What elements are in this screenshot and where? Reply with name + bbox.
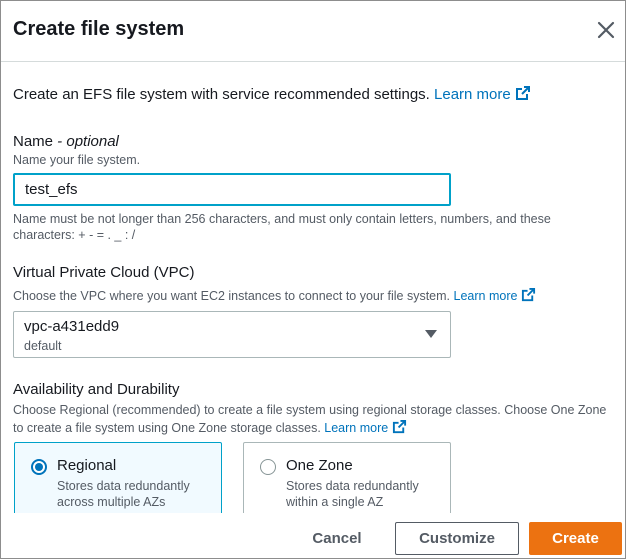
create-button[interactable]: Create xyxy=(529,522,622,555)
one-zone-option-title: One Zone xyxy=(286,457,353,474)
availability-description-text: Choose Regional (recommended) to create … xyxy=(13,403,607,435)
cancel-button[interactable]: Cancel xyxy=(297,522,377,555)
vpc-description-text: Choose the VPC where you want EC2 instan… xyxy=(13,289,451,303)
name-constraint-text: Name must be not longer than 256 charact… xyxy=(13,212,551,242)
intro-description: Create an EFS file system with service r… xyxy=(13,86,430,103)
vpc-selected-sublabel: default xyxy=(24,339,62,353)
regional-radio[interactable] xyxy=(31,459,47,475)
name-description: Name your file system. xyxy=(13,153,141,167)
regional-option-tile[interactable]: Regional Stores data redundantly across … xyxy=(14,442,222,513)
availability-label: Availability and Durability xyxy=(13,381,180,398)
dialog-body: Create an EFS file system with service r… xyxy=(1,63,625,513)
vpc-learn-more-link[interactable]: Learn more xyxy=(453,287,537,303)
intro-text: Create an EFS file system with service r… xyxy=(13,85,531,103)
name-optional-label: - optional xyxy=(53,133,119,150)
name-input[interactable] xyxy=(13,173,451,206)
customize-button[interactable]: Customize xyxy=(395,522,519,555)
vpc-label: Virtual Private Cloud (VPC) xyxy=(13,264,195,281)
regional-option-title: Regional xyxy=(57,457,117,474)
name-label-text: Name xyxy=(13,133,54,150)
vpc-selected-value: vpc-a431edd9 xyxy=(24,318,120,335)
availability-learn-more-label: Learn more xyxy=(324,421,389,435)
one-zone-option-description: Stores data redundantly within a single … xyxy=(286,479,419,509)
create-file-system-dialog: Create file system Create an EFS file sy… xyxy=(0,0,626,559)
dialog-header: Create file system xyxy=(1,1,625,62)
intro-learn-more-label: Learn more xyxy=(434,86,511,103)
dialog-footer: Cancel Customize Create xyxy=(1,513,625,558)
close-icon[interactable] xyxy=(595,19,617,41)
vpc-select[interactable]: vpc-a431edd9 default xyxy=(13,311,451,358)
external-link-icon xyxy=(515,86,530,100)
dialog-title: Create file system xyxy=(13,18,185,40)
vpc-description: Choose the VPC where you want EC2 instan… xyxy=(13,287,536,303)
availability-description: Choose Regional (recommended) to create … xyxy=(13,402,613,437)
intro-learn-more-link[interactable]: Learn more xyxy=(434,86,531,103)
caret-down-icon xyxy=(425,330,437,338)
availability-learn-more-link[interactable]: Learn more xyxy=(324,419,407,435)
external-link-icon xyxy=(393,419,407,434)
vpc-learn-more-label: Learn more xyxy=(453,289,518,303)
one-zone-radio[interactable] xyxy=(260,459,276,475)
one-zone-option-tile[interactable]: One Zone Stores data redundantly within … xyxy=(243,442,451,513)
name-label: Name - optional xyxy=(13,133,119,150)
external-link-icon xyxy=(522,287,536,302)
regional-option-description: Stores data redundantly across multiple … xyxy=(57,479,190,509)
